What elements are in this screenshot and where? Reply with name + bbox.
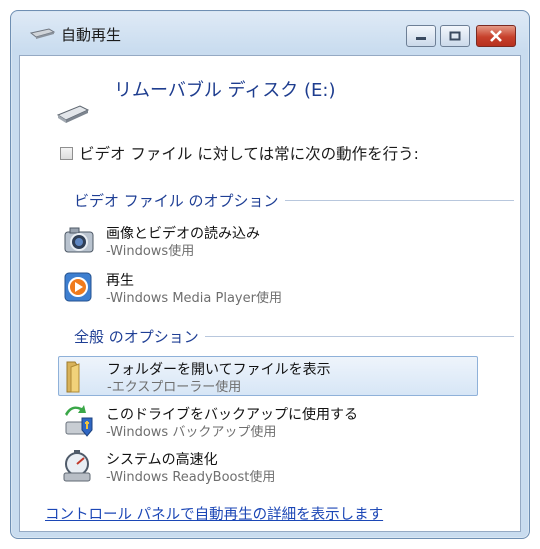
section-divider [284,200,514,201]
video-options-heading-text: ビデオ ファイル のオプション [74,192,279,210]
general-options-heading: 全般 のオプション [74,326,514,347]
removable-drive-icon [56,105,90,123]
option-subtitle: -Windows Media Player使用 [106,291,282,306]
autoplay-control-panel-link[interactable]: コントロール パネルで自動再生の詳細を表示します [45,503,383,524]
close-icon [490,30,502,42]
maximize-button[interactable] [440,25,470,47]
option-subtitle: -Windows ReadyBoost使用 [106,470,276,485]
minimize-button[interactable] [406,25,436,47]
folder-icon [66,361,80,393]
option-subtitle: -エクスプローラー使用 [107,380,242,395]
autoplay-content: リムーバブル ディスク (E:) ビデオ ファイル に対しては常に次の動作を行う… [19,55,521,532]
option-play-media[interactable]: 再生 -Windows Media Player使用 [58,268,478,308]
title-bar[interactable]: 自動再生 [11,11,529,55]
always-do-label[interactable]: ビデオ ファイル に対しては常に次の動作を行う: [79,142,419,164]
always-do-checkbox[interactable] [60,146,73,160]
close-button[interactable] [476,25,516,47]
option-import-pictures[interactable]: 画像とビデオの読み込み -Windows使用 [58,221,478,261]
option-open-folder[interactable]: フォルダーを開いてファイルを表示 -エクスプローラー使用 [58,356,478,396]
maximize-icon [449,31,461,41]
window-title: 自動再生 [61,26,122,44]
general-options-heading-text: 全般 のオプション [74,328,199,346]
autoplay-window: 自動再生 リムーバブル ディスク (E:) ビデオ ファイル に対しては常に次の… [10,10,530,539]
option-speed-up-system[interactable]: システムの高速化 -Windows ReadyBoost使用 [58,447,478,487]
option-subtitle: -Windows バックアップ使用 [106,425,277,440]
option-subtitle: -Windows使用 [106,244,195,259]
media-player-icon [64,272,92,302]
readyboost-icon [63,450,91,482]
option-backup-drive[interactable]: このドライブをバックアップに使用する -Windows バックアップ使用 [58,402,478,442]
drive-name: リムーバブル ディスク (E:) [114,80,336,101]
video-options-heading: ビデオ ファイル のオプション [74,190,514,211]
drive-small-icon [29,28,55,39]
minimize-icon [416,37,426,40]
camera-icon [64,227,94,253]
section-divider [204,336,514,337]
backup-icon [65,405,93,437]
always-do-row: ビデオ ファイル に対しては常に次の動作を行う: [60,142,419,164]
